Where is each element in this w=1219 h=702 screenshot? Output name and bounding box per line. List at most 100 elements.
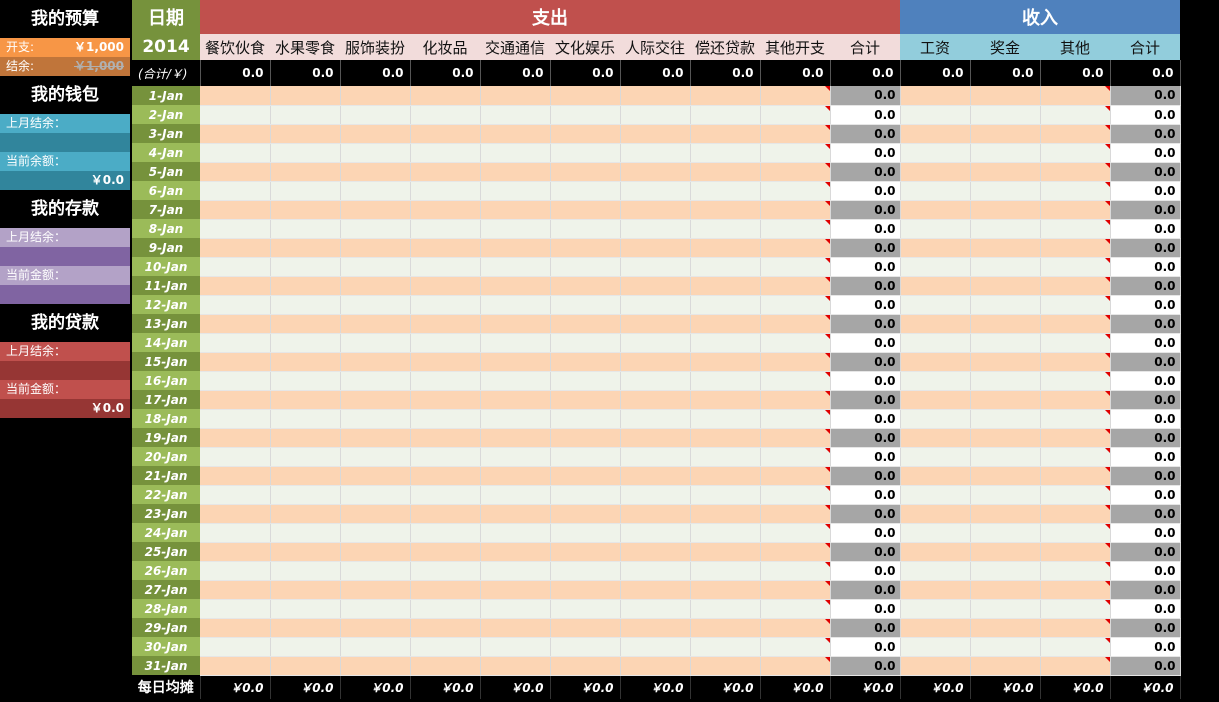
expense-input-cell[interactable] [620, 162, 691, 182]
income-input-cell[interactable] [970, 618, 1041, 638]
income-input-cell[interactable] [970, 561, 1041, 581]
income-input-cell[interactable] [900, 561, 971, 581]
expense-input-cell[interactable] [690, 409, 761, 429]
expense-input-cell[interactable] [410, 409, 481, 429]
expense-input-cell[interactable] [410, 352, 481, 372]
wallet-prev-value[interactable] [0, 133, 130, 152]
expense-input-cell[interactable] [690, 466, 761, 486]
expense-input-cell[interactable] [410, 466, 481, 486]
expense-input-cell[interactable] [760, 105, 831, 125]
expense-input-cell[interactable] [340, 257, 411, 277]
expense-input-cell[interactable] [760, 523, 831, 543]
income-input-cell[interactable] [900, 105, 971, 125]
expense-input-cell[interactable] [690, 257, 761, 277]
expense-input-cell[interactable] [410, 162, 481, 182]
expense-input-cell[interactable] [200, 124, 271, 144]
expense-input-cell[interactable] [270, 200, 341, 220]
income-input-cell[interactable] [1040, 200, 1111, 220]
expense-input-cell[interactable] [270, 352, 341, 372]
expense-input-cell[interactable] [690, 333, 761, 353]
income-input-cell[interactable] [900, 333, 971, 353]
income-input-cell[interactable] [970, 599, 1041, 619]
expense-input-cell[interactable] [340, 599, 411, 619]
income-input-cell[interactable] [970, 656, 1041, 676]
expense-input-cell[interactable] [200, 637, 271, 657]
expense-input-cell[interactable] [620, 504, 691, 524]
expense-input-cell[interactable] [550, 181, 621, 201]
income-input-cell[interactable] [900, 181, 971, 201]
expense-input-cell[interactable] [550, 371, 621, 391]
expense-input-cell[interactable] [620, 257, 691, 277]
expense-input-cell[interactable] [690, 371, 761, 391]
expense-input-cell[interactable] [200, 485, 271, 505]
expense-input-cell[interactable] [410, 656, 481, 676]
expense-input-cell[interactable] [270, 428, 341, 448]
expense-input-cell[interactable] [200, 523, 271, 543]
expense-input-cell[interactable] [480, 238, 551, 258]
expense-input-cell[interactable] [550, 542, 621, 562]
expense-input-cell[interactable] [550, 466, 621, 486]
expense-input-cell[interactable] [200, 200, 271, 220]
expense-input-cell[interactable] [620, 124, 691, 144]
income-input-cell[interactable] [970, 124, 1041, 144]
loan-prev-value[interactable] [0, 361, 130, 380]
expense-input-cell[interactable] [410, 523, 481, 543]
expense-input-cell[interactable] [480, 86, 551, 106]
expense-input-cell[interactable] [760, 561, 831, 581]
expense-input-cell[interactable] [690, 390, 761, 410]
expense-input-cell[interactable] [480, 428, 551, 448]
income-input-cell[interactable] [1040, 238, 1111, 258]
expense-input-cell[interactable] [410, 485, 481, 505]
expense-input-cell[interactable] [270, 637, 341, 657]
income-input-cell[interactable] [900, 276, 971, 296]
expense-input-cell[interactable] [620, 86, 691, 106]
expense-input-cell[interactable] [480, 257, 551, 277]
expense-input-cell[interactable] [550, 333, 621, 353]
expense-input-cell[interactable] [270, 485, 341, 505]
expense-input-cell[interactable] [340, 352, 411, 372]
expense-input-cell[interactable] [200, 656, 271, 676]
expense-input-cell[interactable] [690, 276, 761, 296]
expense-input-cell[interactable] [690, 656, 761, 676]
expense-input-cell[interactable] [200, 181, 271, 201]
expense-input-cell[interactable] [620, 143, 691, 163]
income-input-cell[interactable] [1040, 580, 1111, 600]
expense-input-cell[interactable] [270, 143, 341, 163]
expense-input-cell[interactable] [270, 124, 341, 144]
expense-input-cell[interactable] [690, 504, 761, 524]
expense-input-cell[interactable] [550, 409, 621, 429]
expense-input-cell[interactable] [480, 333, 551, 353]
expense-input-cell[interactable] [760, 200, 831, 220]
expense-input-cell[interactable] [340, 390, 411, 410]
expense-input-cell[interactable] [480, 618, 551, 638]
expense-input-cell[interactable] [550, 238, 621, 258]
income-input-cell[interactable] [970, 257, 1041, 277]
expense-input-cell[interactable] [760, 428, 831, 448]
expense-input-cell[interactable] [410, 295, 481, 315]
expense-input-cell[interactable] [550, 162, 621, 182]
expense-input-cell[interactable] [760, 257, 831, 277]
expense-input-cell[interactable] [270, 580, 341, 600]
expense-input-cell[interactable] [340, 162, 411, 182]
expense-input-cell[interactable] [200, 314, 271, 334]
expense-input-cell[interactable] [620, 276, 691, 296]
expense-input-cell[interactable] [200, 276, 271, 296]
expense-input-cell[interactable] [200, 504, 271, 524]
expense-input-cell[interactable] [480, 504, 551, 524]
income-input-cell[interactable] [970, 276, 1041, 296]
income-input-cell[interactable] [970, 371, 1041, 391]
expense-input-cell[interactable] [410, 333, 481, 353]
income-input-cell[interactable] [970, 143, 1041, 163]
budget-spend-value[interactable]: ￥1,000 [74, 38, 124, 57]
expense-input-cell[interactable] [620, 390, 691, 410]
income-input-cell[interactable] [970, 162, 1041, 182]
expense-input-cell[interactable] [340, 580, 411, 600]
expense-input-cell[interactable] [340, 295, 411, 315]
income-input-cell[interactable] [1040, 162, 1111, 182]
expense-input-cell[interactable] [480, 124, 551, 144]
expense-input-cell[interactable] [690, 219, 761, 239]
expense-input-cell[interactable] [200, 105, 271, 125]
income-input-cell[interactable] [1040, 485, 1111, 505]
expense-input-cell[interactable] [480, 390, 551, 410]
expense-input-cell[interactable] [200, 257, 271, 277]
